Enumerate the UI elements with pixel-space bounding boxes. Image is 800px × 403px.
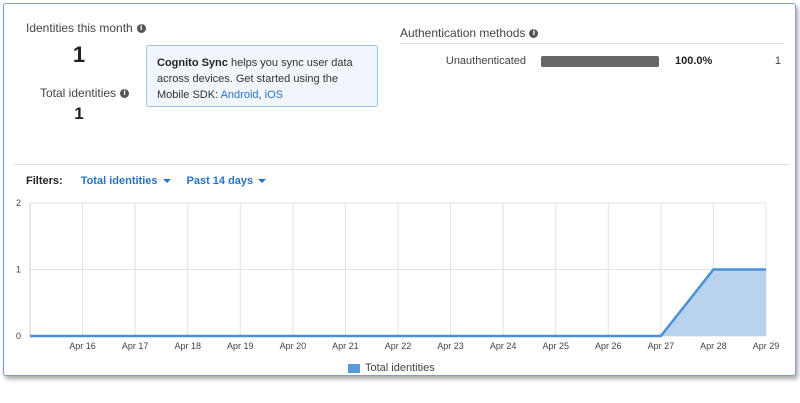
metric-filter-label: Total identities (80, 175, 158, 187)
y-tick-label: 0 (16, 331, 21, 341)
x-axis: Apr 16 Apr 17 Apr 18 Apr 19 Apr 20 Apr 21 Apr … (69, 341, 779, 351)
auth-method-name: Unauthenticated (445, 55, 526, 67)
x-tick-label: Apr 19 (227, 341, 254, 351)
auth-method-bar (541, 56, 659, 67)
info-icon[interactable]: i (120, 88, 130, 98)
filters-bar: Filters: Total identities Past 14 days (26, 175, 282, 187)
range-filter-label: Past 14 days (186, 175, 254, 187)
auth-method-percent: 100.0% (675, 55, 713, 67)
x-tick-label: Apr 23 (437, 341, 464, 351)
x-tick-label: Apr 16 (69, 341, 96, 351)
identities-month-label: Identities this month i (26, 21, 146, 35)
x-tick-label: Apr 29 (753, 341, 780, 351)
auth-divider (400, 43, 784, 44)
x-tick-label: Apr 24 (490, 341, 517, 351)
auth-method-row: Unauthenticated 100.0% 1 (400, 55, 784, 69)
auth-methods-title-text: Authentication methods (400, 26, 526, 40)
metric-filter-dropdown[interactable]: Total identities (81, 175, 171, 187)
filters-label: Filters: (26, 175, 63, 187)
x-tick-label: Apr 26 (595, 341, 622, 351)
x-tick-label: Apr 25 (542, 341, 569, 351)
total-identities-value: 1 (74, 104, 84, 123)
callout-title: Cognito Sync (157, 57, 228, 69)
x-tick-label: Apr 17 (122, 341, 149, 351)
range-filter-dropdown[interactable]: Past 14 days (187, 175, 267, 187)
chevron-down-icon (162, 179, 171, 183)
y-axis: 0 1 2 (16, 198, 21, 341)
total-identities-label: Total identities i (40, 86, 130, 100)
auth-methods-title: Authentication methods i (400, 26, 539, 40)
x-tick-label: Apr 22 (385, 341, 412, 351)
info-icon[interactable]: i (529, 28, 539, 38)
android-link[interactable]: Android (221, 89, 259, 101)
dashboard-panel: Identities this month i 1 Total identiti… (3, 3, 796, 376)
x-tick-label: Apr 20 (280, 341, 307, 351)
legend-label: Total identities (365, 362, 435, 374)
cognito-sync-callout: Cognito Sync helps you sync user data ac… (146, 45, 378, 107)
auth-method-count: 1 (774, 55, 781, 67)
total-identities-chart: 0 1 2 Apr 16 Apr 17 Apr 18 Apr 19 Apr 20 Apr 21… (16, 198, 779, 351)
x-tick-label: Apr 18 (174, 341, 201, 351)
identities-month-value: 1 (72, 42, 86, 67)
x-tick-label: Apr 28 (700, 341, 727, 351)
y-tick-label: 2 (16, 198, 21, 208)
chart-grid (29, 202, 767, 337)
info-icon[interactable]: i (136, 23, 146, 33)
identities-month-label-text: Identities this month (26, 21, 133, 35)
ios-link[interactable]: iOS (265, 89, 283, 101)
x-tick-label: Apr 21 (332, 341, 359, 351)
chevron-down-icon (258, 179, 267, 183)
chart-legend[interactable]: Total identities (348, 362, 435, 374)
x-tick-label: Apr 27 (648, 341, 675, 351)
section-divider (14, 164, 788, 165)
total-identities-label-text: Total identities (40, 86, 117, 100)
legend-swatch (348, 363, 360, 373)
y-tick-label: 1 (16, 265, 21, 275)
